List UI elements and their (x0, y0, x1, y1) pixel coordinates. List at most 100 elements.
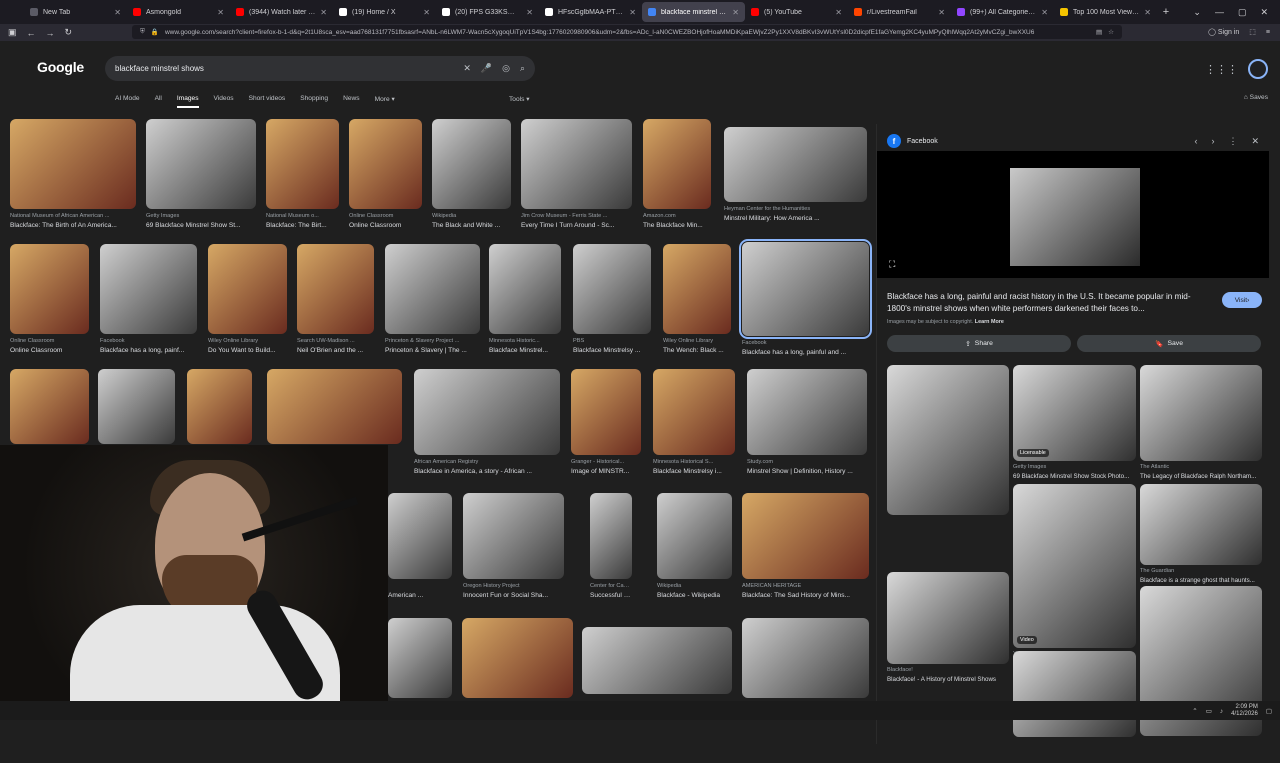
result-source[interactable]: Wiley Online Library (663, 338, 731, 344)
more-options-icon[interactable]: ⋮ (1228, 136, 1237, 147)
result-caption[interactable]: Online Classroom (349, 222, 422, 229)
result-source[interactable]: Center for Campus ... (590, 583, 632, 589)
related-source[interactable]: The Atlantic (1140, 464, 1169, 470)
result-source[interactable]: Oregon History Project (463, 583, 564, 589)
related-source[interactable]: Blackface! (887, 667, 913, 673)
result-caption[interactable]: The Blackface Min... (643, 222, 711, 229)
result-thumbnail[interactable] (653, 369, 735, 455)
browser-tab[interactable]: (99+) All Categories - Twitch ✕ (951, 2, 1054, 22)
chevron-up-icon[interactable]: ⌃ (1192, 707, 1197, 715)
image-result[interactable]: Heyman Center for the Humanities Minstrel… (724, 127, 867, 232)
browser-tab[interactable]: HFscGglbMAA-PTX (JPEG Im… ✕ (539, 2, 642, 22)
result-caption[interactable]: Successful beyond... (590, 592, 632, 599)
image-result[interactable]: Study.com Minstrel Show | Definition, His… (747, 369, 867, 485)
filter-tab[interactable]: More ▾ (375, 95, 395, 108)
browser-tab[interactable]: (20) FPS G33KS@FPS最新… ✕ (436, 2, 539, 22)
account-avatar[interactable] (1248, 59, 1268, 79)
result-thumbnail[interactable] (663, 244, 731, 334)
result-caption[interactable]: American ... (388, 592, 452, 599)
share-button[interactable]: ⇪ Share (887, 335, 1071, 352)
result-thumbnail[interactable] (739, 239, 872, 339)
lens-search-icon[interactable]: ◎ (502, 63, 510, 74)
related-caption[interactable]: 69 Blackface Minstrel Show Stock Photo..… (1013, 473, 1146, 480)
result-source[interactable]: Granger - Historical... (571, 459, 641, 465)
result-source[interactable]: National Museum of African American ... (10, 213, 136, 219)
result-thumbnail[interactable] (10, 119, 136, 209)
apps-grid-icon[interactable]: ⋮⋮⋮ (1205, 63, 1238, 76)
result-thumbnail[interactable] (100, 244, 197, 334)
result-thumbnail[interactable] (98, 369, 175, 444)
browser-tab[interactable]: (3944) Watch later - YouTube ✕ (230, 2, 333, 22)
related-image[interactable]: Blackface! Blackface! - A History of Mins… (887, 572, 1009, 690)
image-result[interactable]: Oregon History Project Innocent Fun or So… (463, 493, 564, 609)
image-result[interactable]: Online Classroom Online Classroom (349, 119, 422, 239)
result-source[interactable]: Search UW-Madison ... (297, 338, 374, 344)
result-caption[interactable]: Princeton & Slavery | The ... (385, 347, 480, 354)
related-source[interactable]: Getty Images (1013, 464, 1046, 470)
result-source[interactable]: Facebook (742, 340, 869, 346)
volume-icon[interactable]: ♪ (1220, 708, 1223, 715)
close-panel-icon[interactable]: ✕ (1251, 136, 1259, 147)
related-image[interactable]: VideoYouTubeBlackface Minstrel [Jim Crow… (1013, 484, 1136, 674)
image-result[interactable]: AMERICAN HERITAGE Blackface: The Sad Hist… (742, 493, 869, 609)
reload-icon[interactable]: ↻ (65, 27, 73, 38)
image-result[interactable]: PBS Blackface Minstrelsy ... (573, 244, 651, 364)
result-thumbnail[interactable] (10, 369, 89, 444)
result-thumbnail[interactable] (385, 244, 480, 334)
filter-tab[interactable]: News (343, 95, 360, 108)
close-window-icon[interactable]: ✕ (1260, 7, 1268, 18)
image-result[interactable]: Minnesota Historical S... Blackface Minst… (653, 369, 735, 485)
shield-icon[interactable]: ⛨ (140, 28, 145, 36)
tab-close-icon[interactable]: ✕ (320, 8, 327, 17)
image-result[interactable]: Amazon.com The Blackface Min... (643, 119, 711, 239)
result-thumbnail[interactable] (742, 493, 869, 579)
related-thumbnail[interactable] (1140, 365, 1262, 461)
tab-close-icon[interactable]: ✕ (629, 8, 636, 17)
image-result[interactable]: Facebook Blackface has a long, painful an… (739, 239, 872, 366)
clock[interactable]: 2:09 PM 4/12/2026 (1231, 704, 1258, 718)
browser-tab[interactable]: Top 100 Most Viewed U.S. Y… ✕ (1054, 2, 1157, 22)
result-caption[interactable]: Blackface: The Birth of An America... (10, 222, 136, 229)
image-result[interactable]: National Museum o... Blackface: The Birt.… (266, 119, 339, 239)
result-thumbnail[interactable] (187, 369, 252, 444)
tab-close-icon[interactable]: ✕ (835, 8, 842, 17)
related-thumbnail[interactable] (887, 365, 1009, 515)
list-all-tabs-icon[interactable]: ⌄ (1193, 7, 1201, 18)
result-source[interactable]: Wiley Online Library (208, 338, 287, 344)
result-thumbnail[interactable] (657, 493, 732, 579)
result-caption[interactable]: Blackface: The Birt... (266, 222, 339, 229)
tab-close-icon[interactable]: ✕ (526, 8, 533, 17)
filter-tab[interactable]: Shopping (300, 95, 328, 108)
result-caption[interactable]: Innocent Fun or Social Sha... (463, 592, 564, 599)
related-caption[interactable]: The Legacy of Blackface Ralph Northam... (1140, 473, 1272, 480)
address-bar[interactable]: ⛨ 🔒 www.google.com/search?client=firefox… (132, 25, 1122, 39)
related-image[interactable] (887, 365, 1009, 541)
preview-image[interactable] (1010, 168, 1140, 266)
result-caption[interactable]: Blackface has a long, painful and ... (742, 349, 869, 356)
result-thumbnail[interactable] (573, 244, 651, 334)
result-caption[interactable]: Blackface: The Sad History of Mins... (742, 592, 869, 599)
result-source[interactable]: Princeton & Slavery Project ... (385, 338, 480, 344)
image-result[interactable]: Center for Campus ... Successful beyond..… (590, 493, 632, 609)
image-result[interactable]: National Museum of African American ... B… (10, 119, 136, 239)
lens-icon[interactable]: ⛶ (889, 259, 895, 270)
result-caption[interactable]: Neil O'Brien and the ... (297, 347, 374, 354)
result-thumbnail[interactable] (489, 244, 561, 334)
learn-more-link[interactable]: Learn More (975, 319, 1004, 325)
image-result[interactable]: Jim Crow Museum - Ferris State ... Every … (521, 119, 632, 239)
filter-tab[interactable]: AI Mode (115, 95, 140, 108)
result-source[interactable]: Wikipedia (657, 583, 732, 589)
result-source[interactable]: African American Registry (414, 459, 560, 465)
result-caption[interactable]: Every Time I Turn Around - Sc... (521, 222, 632, 229)
tab-close-icon[interactable]: ✕ (732, 8, 739, 17)
saves-link[interactable]: ⌂ Saves (1244, 94, 1268, 101)
result-caption[interactable]: Minstrel Military: How America ... (724, 215, 867, 222)
back-icon[interactable]: ← (27, 28, 36, 38)
related-image[interactable]: The Guardian Blackface is a strange ghost… (1140, 484, 1262, 591)
tab-close-icon[interactable]: ✕ (938, 8, 945, 17)
result-source[interactable]: Heyman Center for the Humanities (724, 206, 867, 212)
bookmark-star-icon[interactable]: ☆ (1108, 28, 1114, 36)
image-result[interactable]: Wikipedia The Black and White ... (432, 119, 511, 239)
result-source[interactable]: Amazon.com (643, 213, 711, 219)
result-thumbnail[interactable] (266, 119, 339, 209)
